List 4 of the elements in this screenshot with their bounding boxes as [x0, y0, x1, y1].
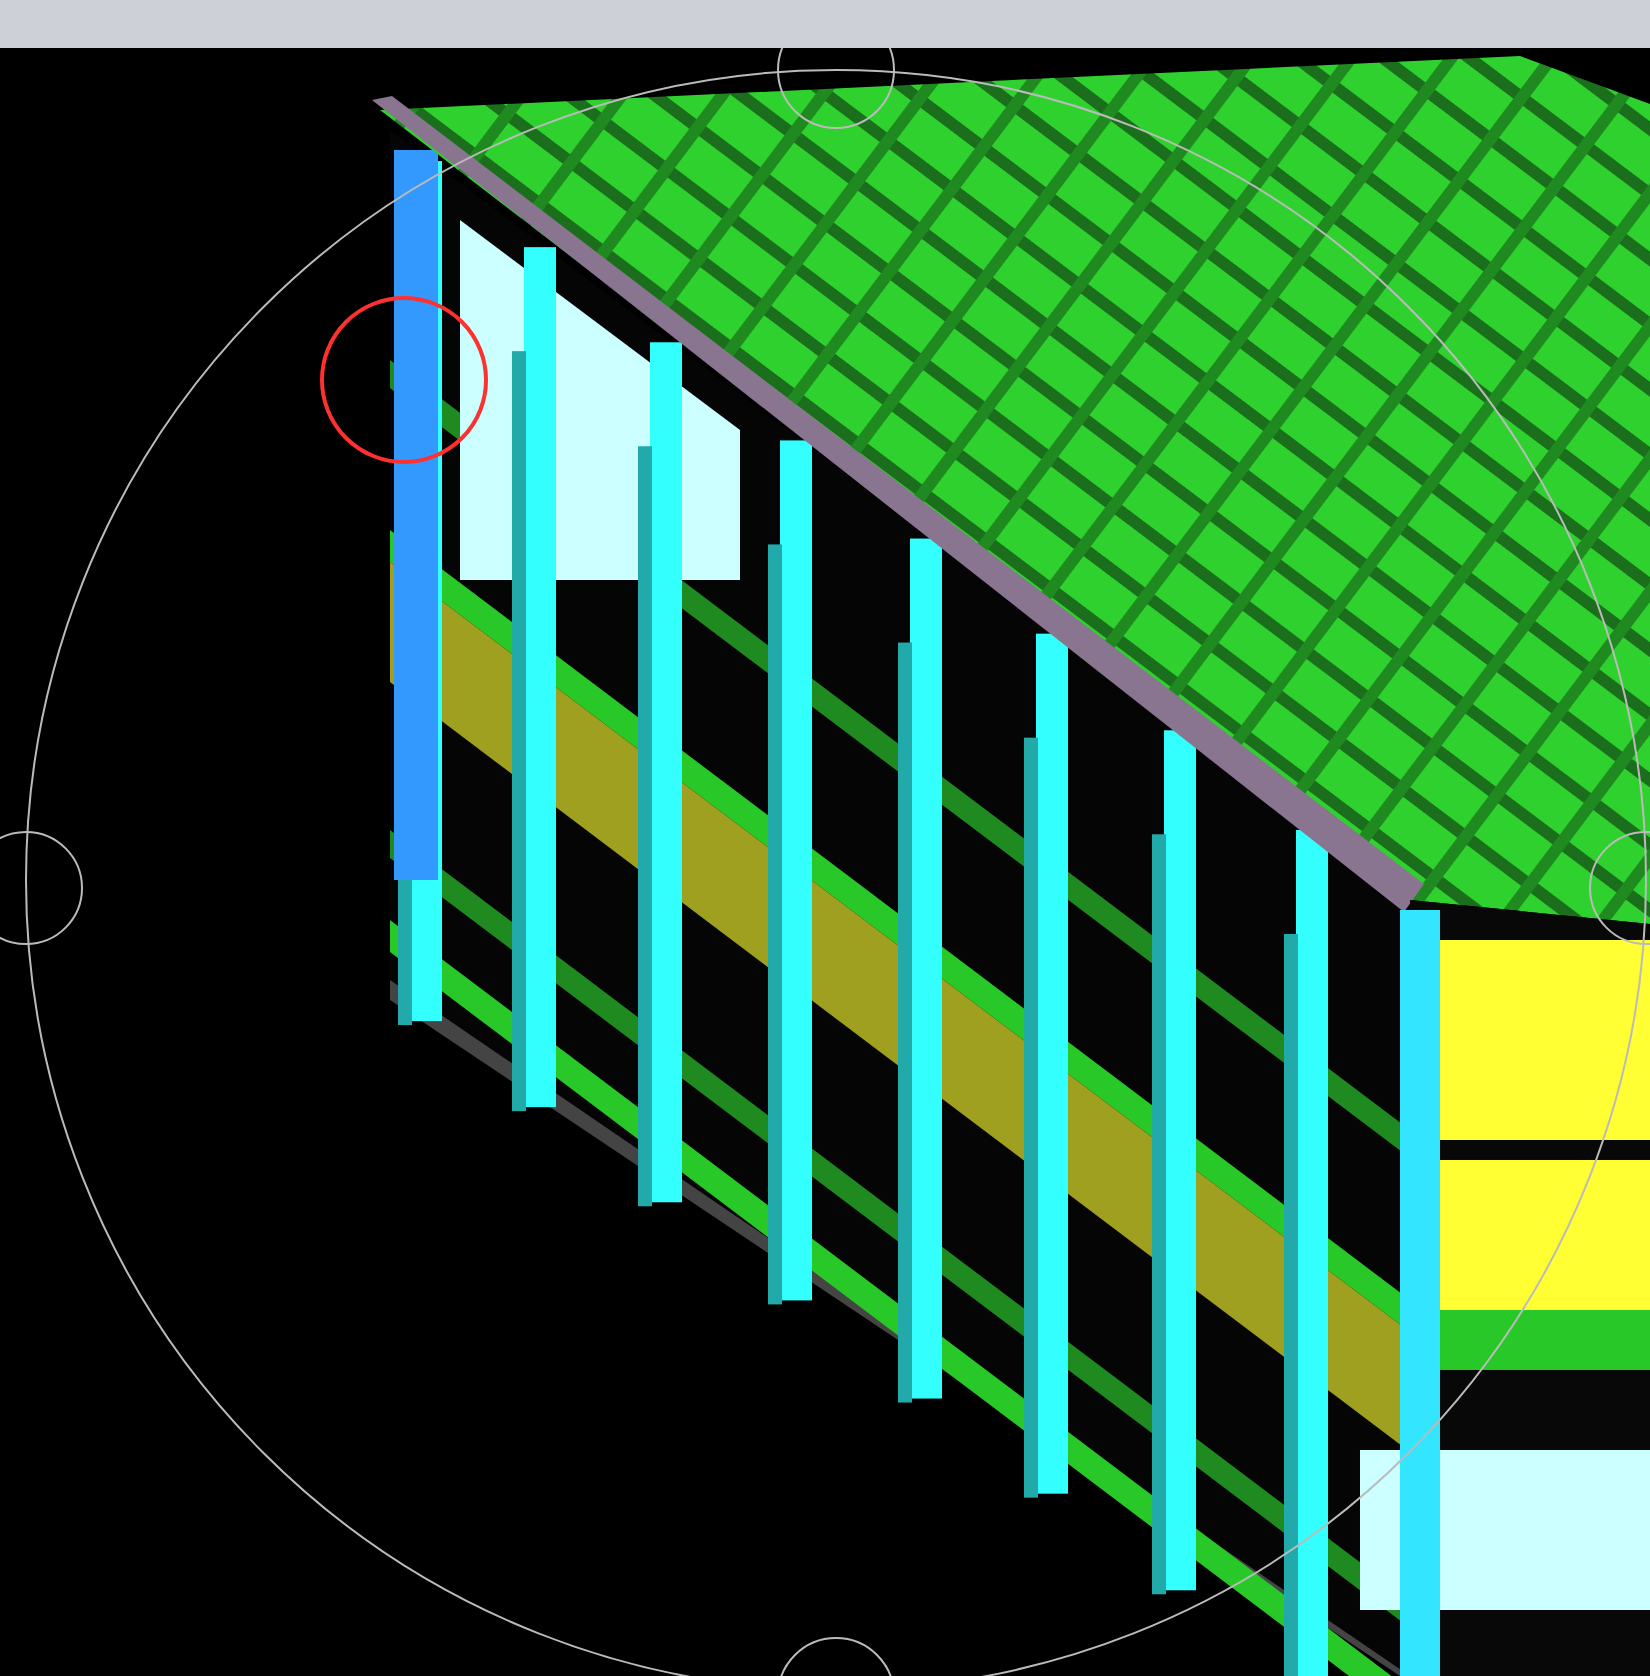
rotate-handle[interactable]: [0, 831, 83, 945]
rotate-handle[interactable]: [1589, 831, 1650, 945]
rotate-handle[interactable]: [777, 1637, 895, 1676]
rotate-handle[interactable]: [777, 48, 895, 129]
